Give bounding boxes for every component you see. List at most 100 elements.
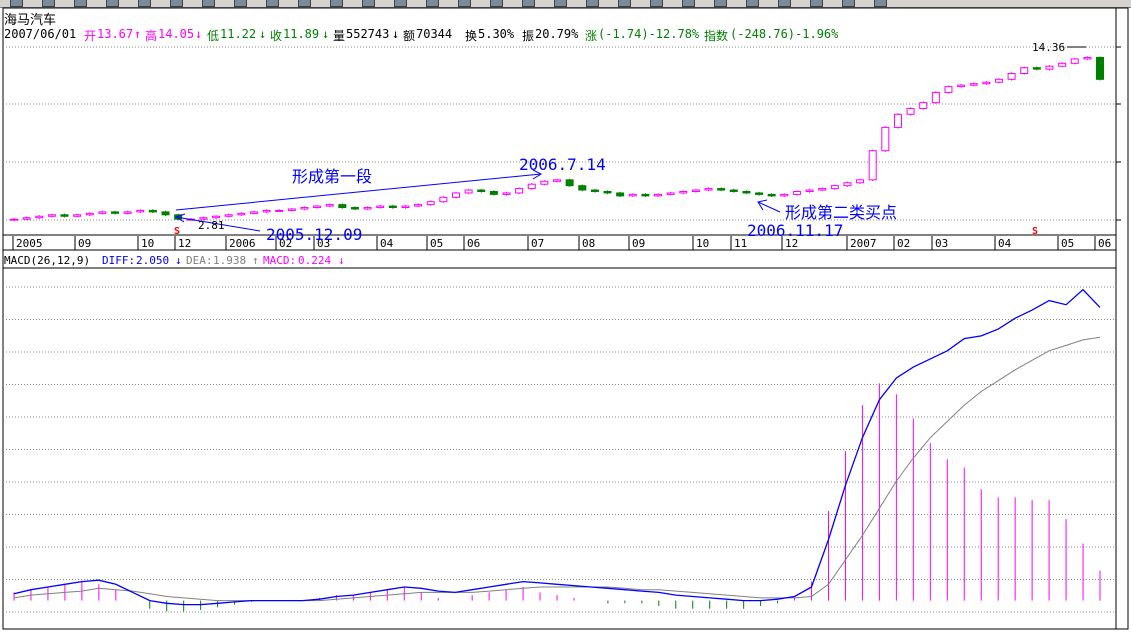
candle-body xyxy=(313,205,322,209)
time-axis-label: 06 xyxy=(467,237,480,250)
candle-body xyxy=(654,193,663,197)
candle-body xyxy=(376,205,385,209)
time-axis-label: 12 xyxy=(178,237,191,250)
candle-body xyxy=(856,179,865,184)
candle-body xyxy=(350,207,359,210)
candle-body xyxy=(666,192,675,195)
candle-body xyxy=(1045,65,1054,70)
candle-body xyxy=(22,217,31,220)
candle-body xyxy=(262,209,271,213)
time-axis-label: 2007 xyxy=(850,237,877,250)
candle-body xyxy=(603,190,612,194)
candle-body xyxy=(969,83,978,86)
candle-body xyxy=(300,207,309,210)
candle-body xyxy=(489,190,498,195)
candle-body xyxy=(1058,62,1067,67)
candle-body xyxy=(325,204,334,207)
time-axis-label: 04 xyxy=(998,237,1012,250)
candle-body xyxy=(868,150,877,181)
date-label-c: 2006.11.17 xyxy=(747,221,843,240)
candle-body xyxy=(628,193,637,197)
high-value-label: 14.36 xyxy=(1032,41,1065,54)
macd-histogram xyxy=(13,383,1101,612)
candle-body xyxy=(426,201,435,206)
candle-body xyxy=(363,207,372,210)
candle-body xyxy=(540,180,549,185)
time-axis-label: 07 xyxy=(531,237,544,250)
candle-body xyxy=(780,193,789,197)
candle-body xyxy=(451,192,460,198)
candle-body xyxy=(98,211,107,214)
candle-body xyxy=(73,214,82,217)
time-axis-label: 08 xyxy=(582,237,595,250)
candle-body xyxy=(931,91,940,104)
candle-body xyxy=(338,204,347,209)
candle-body xyxy=(515,188,524,194)
chart-frame xyxy=(2,7,1129,630)
candle-body xyxy=(906,107,915,115)
candle-body xyxy=(212,215,221,219)
candle-body xyxy=(616,192,625,197)
candle-body xyxy=(35,215,44,219)
time-axis-label: 05 xyxy=(430,237,443,250)
candle-body xyxy=(919,102,928,109)
candle-body xyxy=(565,179,574,187)
candlestick-series xyxy=(10,56,1104,222)
candle-body xyxy=(957,84,966,88)
time-axis-label: 10 xyxy=(696,237,709,250)
candle-body xyxy=(755,192,764,195)
time-axis-label: 2005 xyxy=(16,237,43,250)
candle-body xyxy=(982,81,991,85)
candle-body xyxy=(148,209,157,213)
candle-body xyxy=(123,211,132,214)
candle-body xyxy=(805,189,814,192)
time-axis-label: 02 xyxy=(897,237,910,250)
time-axis-label: 06 xyxy=(1098,237,1111,250)
candle-body xyxy=(704,188,713,191)
candle-body xyxy=(287,208,296,211)
candle-body xyxy=(414,204,423,207)
candle-body xyxy=(578,185,587,191)
candle-body xyxy=(1032,67,1041,70)
candle-body xyxy=(994,78,1003,83)
candle-body xyxy=(944,86,953,93)
grid-lines xyxy=(3,46,1121,613)
signal-mark-2: S xyxy=(1032,226,1038,237)
candle-body xyxy=(1070,58,1079,64)
time-axis-label: 03 xyxy=(935,237,948,250)
candle-body xyxy=(10,218,18,221)
candle-body xyxy=(590,189,599,192)
candle-body xyxy=(401,205,410,209)
time-axis-label: 10 xyxy=(141,237,154,250)
time-axis-label: 2006 xyxy=(229,237,256,250)
candle-body xyxy=(161,211,170,216)
date-label-a: 2006.7.14 xyxy=(519,155,606,174)
candle-body xyxy=(881,126,890,152)
candle-body xyxy=(224,214,233,217)
candle-body xyxy=(843,182,852,187)
low-value-label: 2.81 xyxy=(198,219,225,232)
candle-body xyxy=(893,113,902,128)
candle-body xyxy=(818,188,827,191)
candle-body xyxy=(553,179,561,182)
candle-body xyxy=(830,185,839,190)
date-label-b: 2005.12.09 xyxy=(266,225,362,244)
diff-line xyxy=(13,288,1101,606)
candle-body xyxy=(136,209,145,213)
candle-body xyxy=(1096,56,1104,80)
dea-line xyxy=(13,336,1101,602)
candle-body xyxy=(60,214,69,217)
kline-chart[interactable]: 2005 09 10 12 2006 02 03 04 05 06 07 08 09 10 11 12 2007… xyxy=(0,0,1131,632)
macd-lines xyxy=(13,288,1101,606)
second-buy-label: 形成第二类买点 xyxy=(785,203,897,222)
candle-body xyxy=(249,211,258,214)
candle-body xyxy=(439,196,448,203)
candle-body xyxy=(275,209,284,212)
candle-body xyxy=(237,212,246,216)
candle-body xyxy=(502,192,511,195)
candle-body xyxy=(111,211,120,214)
candle-body xyxy=(767,193,776,197)
candle-body xyxy=(1020,67,1029,75)
time-axis-label: 11 xyxy=(734,237,747,250)
candle-body xyxy=(47,214,56,217)
